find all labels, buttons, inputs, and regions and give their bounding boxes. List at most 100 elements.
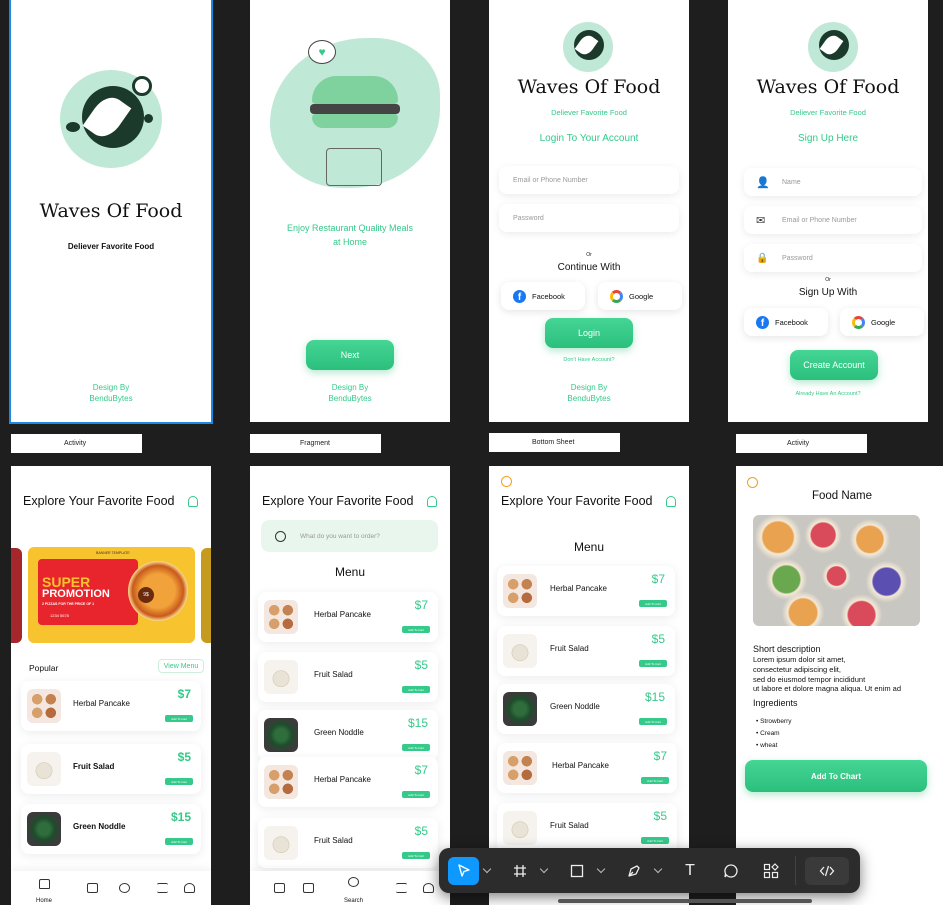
food-image [264, 826, 298, 860]
ingredient-item: • Cream [756, 730, 780, 737]
components-icon [763, 863, 779, 879]
promo-banner[interactable]: BANNER TEMPLATE SUPER PROMOTION 2 PIZZAS… [28, 547, 195, 643]
food-image [264, 600, 298, 634]
add-to-cart-button[interactable]: Add To Cart [402, 852, 430, 859]
nav-search-label: Search [344, 898, 364, 904]
pen-tool[interactable] [620, 857, 648, 885]
add-to-cart-button[interactable]: Add To Cart [402, 791, 430, 798]
home-icon[interactable] [274, 883, 285, 893]
search-icon[interactable] [119, 883, 130, 893]
password-field[interactable]: 🔒 Password [744, 244, 922, 272]
add-to-cart-button[interactable]: Add To Cart [402, 686, 430, 693]
add-to-cart-button[interactable]: Add To Cart [402, 744, 430, 751]
add-to-cart-button[interactable]: Add To Cart [165, 838, 193, 845]
name-field[interactable]: 👤 Name [744, 168, 922, 196]
home-icon[interactable] [39, 879, 50, 889]
add-to-cart-button[interactable]: Add To Cart [639, 660, 667, 667]
onboarding-frame[interactable]: ♥ Enjoy Restaurant Quality Meals at Home… [250, 0, 450, 422]
dev-mode-toggle[interactable] [805, 857, 849, 885]
have-account-link[interactable]: Already Have An Account? [728, 391, 928, 397]
add-to-chart-button[interactable]: Add To Chart [745, 760, 927, 792]
food-card[interactable]: Green Noddle $15 Add To Cart [21, 804, 201, 854]
google-button[interactable]: Google [598, 282, 682, 310]
login-button[interactable]: Login [545, 318, 633, 348]
create-account-button[interactable]: Create Account [790, 350, 878, 380]
no-account-link[interactable]: Don't Have Account? [489, 357, 689, 363]
bell-icon[interactable] [427, 496, 437, 507]
add-to-cart-button[interactable]: Add To Cart [641, 837, 669, 844]
components-tool[interactable] [757, 857, 785, 885]
frame-label-bottom-sheet: Bottom Sheet [489, 433, 620, 452]
email-field[interactable]: ✉ Email or Phone Number [744, 206, 922, 234]
chevron-down-icon[interactable] [596, 864, 606, 874]
add-to-cart-button[interactable]: Add To Cart [402, 626, 430, 633]
food-card[interactable]: Herbal Pancake $7 Add To Cart [21, 681, 201, 731]
food-card[interactable]: Herbal Pancake $7 Add To Cart [497, 566, 675, 616]
shape-tool[interactable] [563, 857, 591, 885]
login-frame[interactable]: Waves Of Food Deliever Favorite Food Log… [489, 0, 689, 422]
back-arrow-icon[interactable] [501, 476, 512, 487]
bell-icon[interactable] [666, 496, 676, 507]
view-menu-button[interactable]: View Menu [158, 659, 204, 673]
comment-tool[interactable] [717, 857, 745, 885]
profile-icon[interactable] [184, 883, 195, 893]
signup-frame[interactable]: Waves Of Food Deliever Favorite Food Sig… [728, 0, 928, 422]
food-hero-image [753, 515, 920, 626]
food-card[interactable]: Fruit Salad $5 Add To Cart [258, 818, 438, 868]
design-toolbar: T [439, 848, 860, 893]
food-name-title: Food Name [811, 490, 873, 502]
bottom-nav: Home [11, 871, 211, 905]
ingredient-item: • wheat [756, 742, 778, 749]
food-card[interactable]: Green Noddle $15 Add To Cart [497, 684, 675, 734]
email-field[interactable]: Email or Phone Number [499, 166, 679, 194]
facebook-button[interactable]: f Facebook [501, 282, 585, 310]
banner-prev [11, 548, 22, 643]
chevron-down-icon[interactable] [539, 864, 549, 874]
add-to-cart-button[interactable]: Add To Cart [639, 718, 667, 725]
page-title: Explore Your Favorite Food [23, 494, 175, 508]
search-icon[interactable] [348, 877, 359, 887]
bottom-sheet-frame[interactable]: Explore Your Favorite Food Menu Herbal P… [489, 466, 689, 905]
search-input[interactable]: What do you want to order? [261, 520, 438, 552]
add-to-cart-button[interactable]: Add To Cart [641, 777, 669, 784]
move-tool[interactable] [448, 857, 479, 885]
list-icon[interactable] [396, 883, 407, 893]
back-arrow-icon[interactable] [747, 477, 758, 488]
food-card[interactable]: Fruit Salad $5 Add To Cart [258, 652, 438, 702]
add-to-cart-button[interactable]: Add To Cart [639, 600, 667, 607]
cart-icon[interactable] [87, 883, 98, 893]
food-card[interactable]: Herbal Pancake $7 Add To Cart [497, 743, 677, 793]
list-icon[interactable] [157, 883, 168, 893]
food-card[interactable]: Green Noddle $15 Add To Cart [258, 710, 438, 760]
chevron-down-icon[interactable] [653, 864, 663, 874]
food-card[interactable]: Fruit Salad $5 Add To Cart [21, 744, 201, 794]
onboard-text-2: at Home [332, 237, 367, 247]
horizontal-scrollbar[interactable] [558, 899, 812, 903]
splash-frame[interactable]: Waves Of Food Deliever Favorite Food Des… [9, 0, 213, 424]
profile-icon[interactable] [423, 883, 434, 893]
frame-icon [514, 865, 526, 877]
food-card[interactable]: Herbal Pancake $7 Add To Cart [258, 757, 438, 807]
cart-icon[interactable] [303, 883, 314, 893]
search-frame[interactable]: Explore Your Favorite Food What do you w… [250, 466, 450, 905]
password-field[interactable]: Password [499, 204, 679, 232]
google-button[interactable]: Google [840, 308, 924, 336]
next-button[interactable]: Next [306, 340, 394, 370]
food-card[interactable]: Fruit Salad $5 Add To Cart [497, 626, 675, 676]
home-frame[interactable]: Explore Your Favorite Food BANNER TEMPLA… [11, 466, 211, 905]
logo-illustration [563, 22, 613, 72]
text-tool[interactable]: T [676, 857, 704, 885]
food-image [27, 689, 61, 723]
food-card[interactable]: Fruit Salad $5 Add To Cart [497, 803, 677, 853]
add-to-cart-button[interactable]: Add To Cart [165, 778, 193, 785]
chevron-down-icon[interactable] [482, 864, 492, 874]
add-to-cart-button[interactable]: Add To Cart [165, 715, 193, 722]
bell-icon[interactable] [188, 496, 198, 507]
detail-frame[interactable]: Food Name Short description Lorem ipsum … [736, 466, 943, 905]
facebook-button[interactable]: f Facebook [744, 308, 828, 336]
food-image [264, 718, 298, 752]
frame-tool[interactable] [506, 857, 534, 885]
food-card[interactable]: Herbal Pancake $7 Add To Cart [258, 592, 438, 642]
design-by-author: BenduBytes [328, 394, 372, 403]
food-image [503, 574, 537, 608]
